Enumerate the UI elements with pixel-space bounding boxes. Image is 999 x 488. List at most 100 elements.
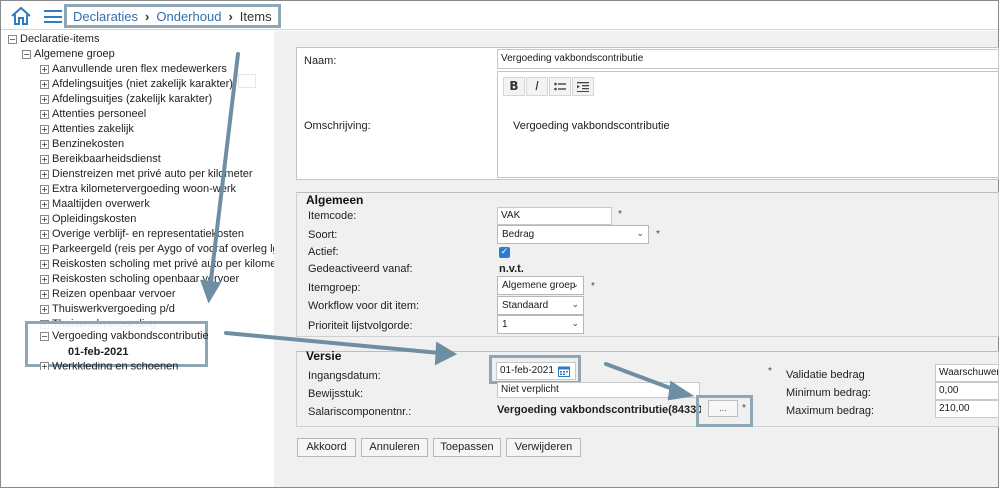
omschrijving-editor[interactable]: B I Vergoeding vakbondscontributie xyxy=(497,71,999,178)
expand-icon[interactable]: + xyxy=(40,184,49,194)
tree-item[interactable]: + Reiskosten scholing met privé auto per … xyxy=(40,257,289,272)
expand-icon[interactable]: + xyxy=(40,274,49,284)
workflow-select[interactable]: Standaard ⌄ xyxy=(497,296,584,315)
expand-icon[interactable]: + xyxy=(40,139,49,149)
expand-icon[interactable]: + xyxy=(40,229,49,239)
itemcode-input[interactable]: VAK xyxy=(497,207,612,225)
hamburger-menu-icon[interactable] xyxy=(44,10,62,23)
chevron-down-icon: ⌄ xyxy=(636,229,644,239)
actief-label: Actief: xyxy=(308,246,339,258)
minimum-input[interactable]: 0,00 xyxy=(935,382,999,400)
chevron-down-icon: ⌄ xyxy=(571,319,579,329)
salariscomponent-label: Salariscomponentnr.: xyxy=(308,406,412,418)
breadcrumb-onderhoud[interactable]: Onderhoud xyxy=(156,9,221,24)
tree-item[interactable]: + Dienstreizen met privé auto per kilomet… xyxy=(40,167,253,182)
tree-item[interactable]: + Afdelingsuitjes (niet zakelijk karakter… xyxy=(40,77,233,92)
tree-group[interactable]: − Algemene groep xyxy=(22,47,115,62)
required-mark: * xyxy=(742,403,746,414)
omschrijving-label: Omschrijving: xyxy=(304,120,371,132)
tree-item[interactable]: + Parkeergeld (reis per Aygo of vooraf ov… xyxy=(40,242,282,257)
bullet-list-icon[interactable] xyxy=(549,77,571,96)
calendar-icon[interactable] xyxy=(558,366,570,377)
naam-label: Naam: xyxy=(304,55,337,67)
ingangsdatum-label: Ingangsdatum: xyxy=(308,370,381,382)
omschrijving-text: Vergoeding vakbondscontributie xyxy=(513,120,670,132)
top-bar: Declaraties › Onderhoud › Items xyxy=(1,1,998,30)
tree-item-selected[interactable]: − Vergoeding vakbondscontributie xyxy=(40,329,209,344)
gedeactiveerd-value: n.v.t. xyxy=(499,263,524,275)
collapse-icon[interactable]: − xyxy=(22,49,31,59)
expand-icon[interactable]: + xyxy=(40,64,49,74)
tree-item[interactable]: + Bereikbaarheidsdienst xyxy=(40,152,161,167)
collapse-icon[interactable]: − xyxy=(40,331,49,341)
expand-icon[interactable]: + xyxy=(40,259,49,269)
itemgroep-select[interactable]: Algemene groep ⌄ xyxy=(497,276,584,295)
expand-icon[interactable]: + xyxy=(40,214,49,224)
toepassen-button[interactable]: Toepassen xyxy=(433,438,501,457)
chevron-down-icon: ⌄ xyxy=(571,300,579,310)
italic-button[interactable]: I xyxy=(526,77,548,96)
chevron-down-icon: ⌄ xyxy=(571,280,579,290)
expand-icon[interactable]: + xyxy=(40,289,49,299)
soort-label: Soort: xyxy=(308,229,338,241)
expand-icon[interactable]: + xyxy=(40,244,49,254)
faint-tooltip-box xyxy=(238,74,256,88)
breadcrumb-declaraties[interactable]: Declaraties xyxy=(73,9,138,24)
soort-select[interactable]: Bedrag ⌄ xyxy=(497,225,649,244)
tree-item[interactable]: + Extra kilometervergoeding woon-werk xyxy=(40,182,236,197)
tree-item[interactable]: + Reiskosten scholing openbaar vervoer xyxy=(40,272,239,287)
expand-icon[interactable]: + xyxy=(40,124,49,134)
expand-icon[interactable]: + xyxy=(40,109,49,119)
required-mark: * xyxy=(768,366,772,377)
tree-item[interactable]: + Benzinekosten xyxy=(40,137,124,152)
browse-salariscomponent-button[interactable]: ... xyxy=(708,400,738,417)
validatie-label: Validatie bedrag xyxy=(786,369,865,381)
tree-item[interactable]: + Attenties zakelijk xyxy=(40,122,134,137)
workflow-label: Workflow voor dit item: xyxy=(308,300,420,312)
akkoord-button[interactable]: Akkoord xyxy=(297,438,356,457)
prioriteit-select[interactable]: 1 ⌄ xyxy=(497,315,584,334)
selected-item-highlight: − Vergoeding vakbondscontributie 01-feb-2… xyxy=(25,321,209,367)
itemcode-label: Itemcode: xyxy=(308,210,357,222)
tree-item[interactable]: + Reizen openbaar vervoer xyxy=(40,287,176,302)
verwijderen-button[interactable]: Verwijderen xyxy=(506,438,581,457)
tree-item[interactable]: + Afdelingsuitjes (zakelijk karakter) xyxy=(40,92,212,107)
home-icon[interactable] xyxy=(10,6,32,26)
minimum-label: Minimum bedrag: xyxy=(786,387,871,399)
maximum-input[interactable]: 210,00 xyxy=(935,400,999,418)
tree-item-after[interactable]: + Werkkleding en schoenen xyxy=(40,362,178,370)
prioriteit-label: Prioriteit lijstvolgorde: xyxy=(308,320,413,332)
required-mark: * xyxy=(656,229,660,240)
expand-icon[interactable]: + xyxy=(40,304,49,314)
editor-toolbar: B I xyxy=(503,77,594,98)
tree-item[interactable]: + Overige verblijf- en representatiekoste… xyxy=(40,227,244,242)
annuleren-button[interactable]: Annuleren xyxy=(361,438,428,457)
tree-item[interactable]: + Aanvullende uren flex medewerkers xyxy=(40,62,227,77)
actief-checkbox[interactable]: ✓ xyxy=(499,247,510,258)
breadcrumb-separator-icon: › xyxy=(145,8,150,24)
naam-input[interactable]: Vergoeding vakbondscontributie xyxy=(497,49,999,69)
tree-item[interactable]: + Maaltijden overwerk xyxy=(40,197,150,212)
bewijsstuk-label: Bewijsstuk: xyxy=(308,388,364,400)
breadcrumb: Declaraties › Onderhoud › Items xyxy=(64,4,281,28)
tree-item-version[interactable]: 01-feb-2021 xyxy=(68,345,129,360)
expand-icon[interactable]: + xyxy=(40,94,49,104)
bold-button[interactable]: B xyxy=(503,77,525,96)
expand-icon[interactable]: + xyxy=(40,154,49,164)
itemgroep-label: Itemgroep: xyxy=(308,282,361,294)
expand-icon[interactable]: + xyxy=(40,362,49,370)
validatie-select[interactable]: Waarschuwen xyxy=(935,364,999,382)
breadcrumb-separator-icon: › xyxy=(228,8,233,24)
tree-root[interactable]: − Declaratie-items xyxy=(8,32,99,47)
expand-icon[interactable]: + xyxy=(40,169,49,179)
required-mark: * xyxy=(618,209,622,220)
expand-icon[interactable]: + xyxy=(40,199,49,209)
maximum-label: Maximum bedrag: xyxy=(786,405,875,417)
indent-icon[interactable] xyxy=(572,77,594,96)
expand-icon[interactable]: + xyxy=(40,79,49,89)
bewijsstuk-select[interactable]: Niet verplicht xyxy=(497,382,700,398)
tree-item[interactable]: + Attenties personeel xyxy=(40,107,146,122)
tree-item[interactable]: + Opleidingskosten xyxy=(40,212,136,227)
tree-item[interactable]: + Thuiswerkvergoeding p/d xyxy=(40,302,175,317)
collapse-icon[interactable]: − xyxy=(8,34,17,44)
